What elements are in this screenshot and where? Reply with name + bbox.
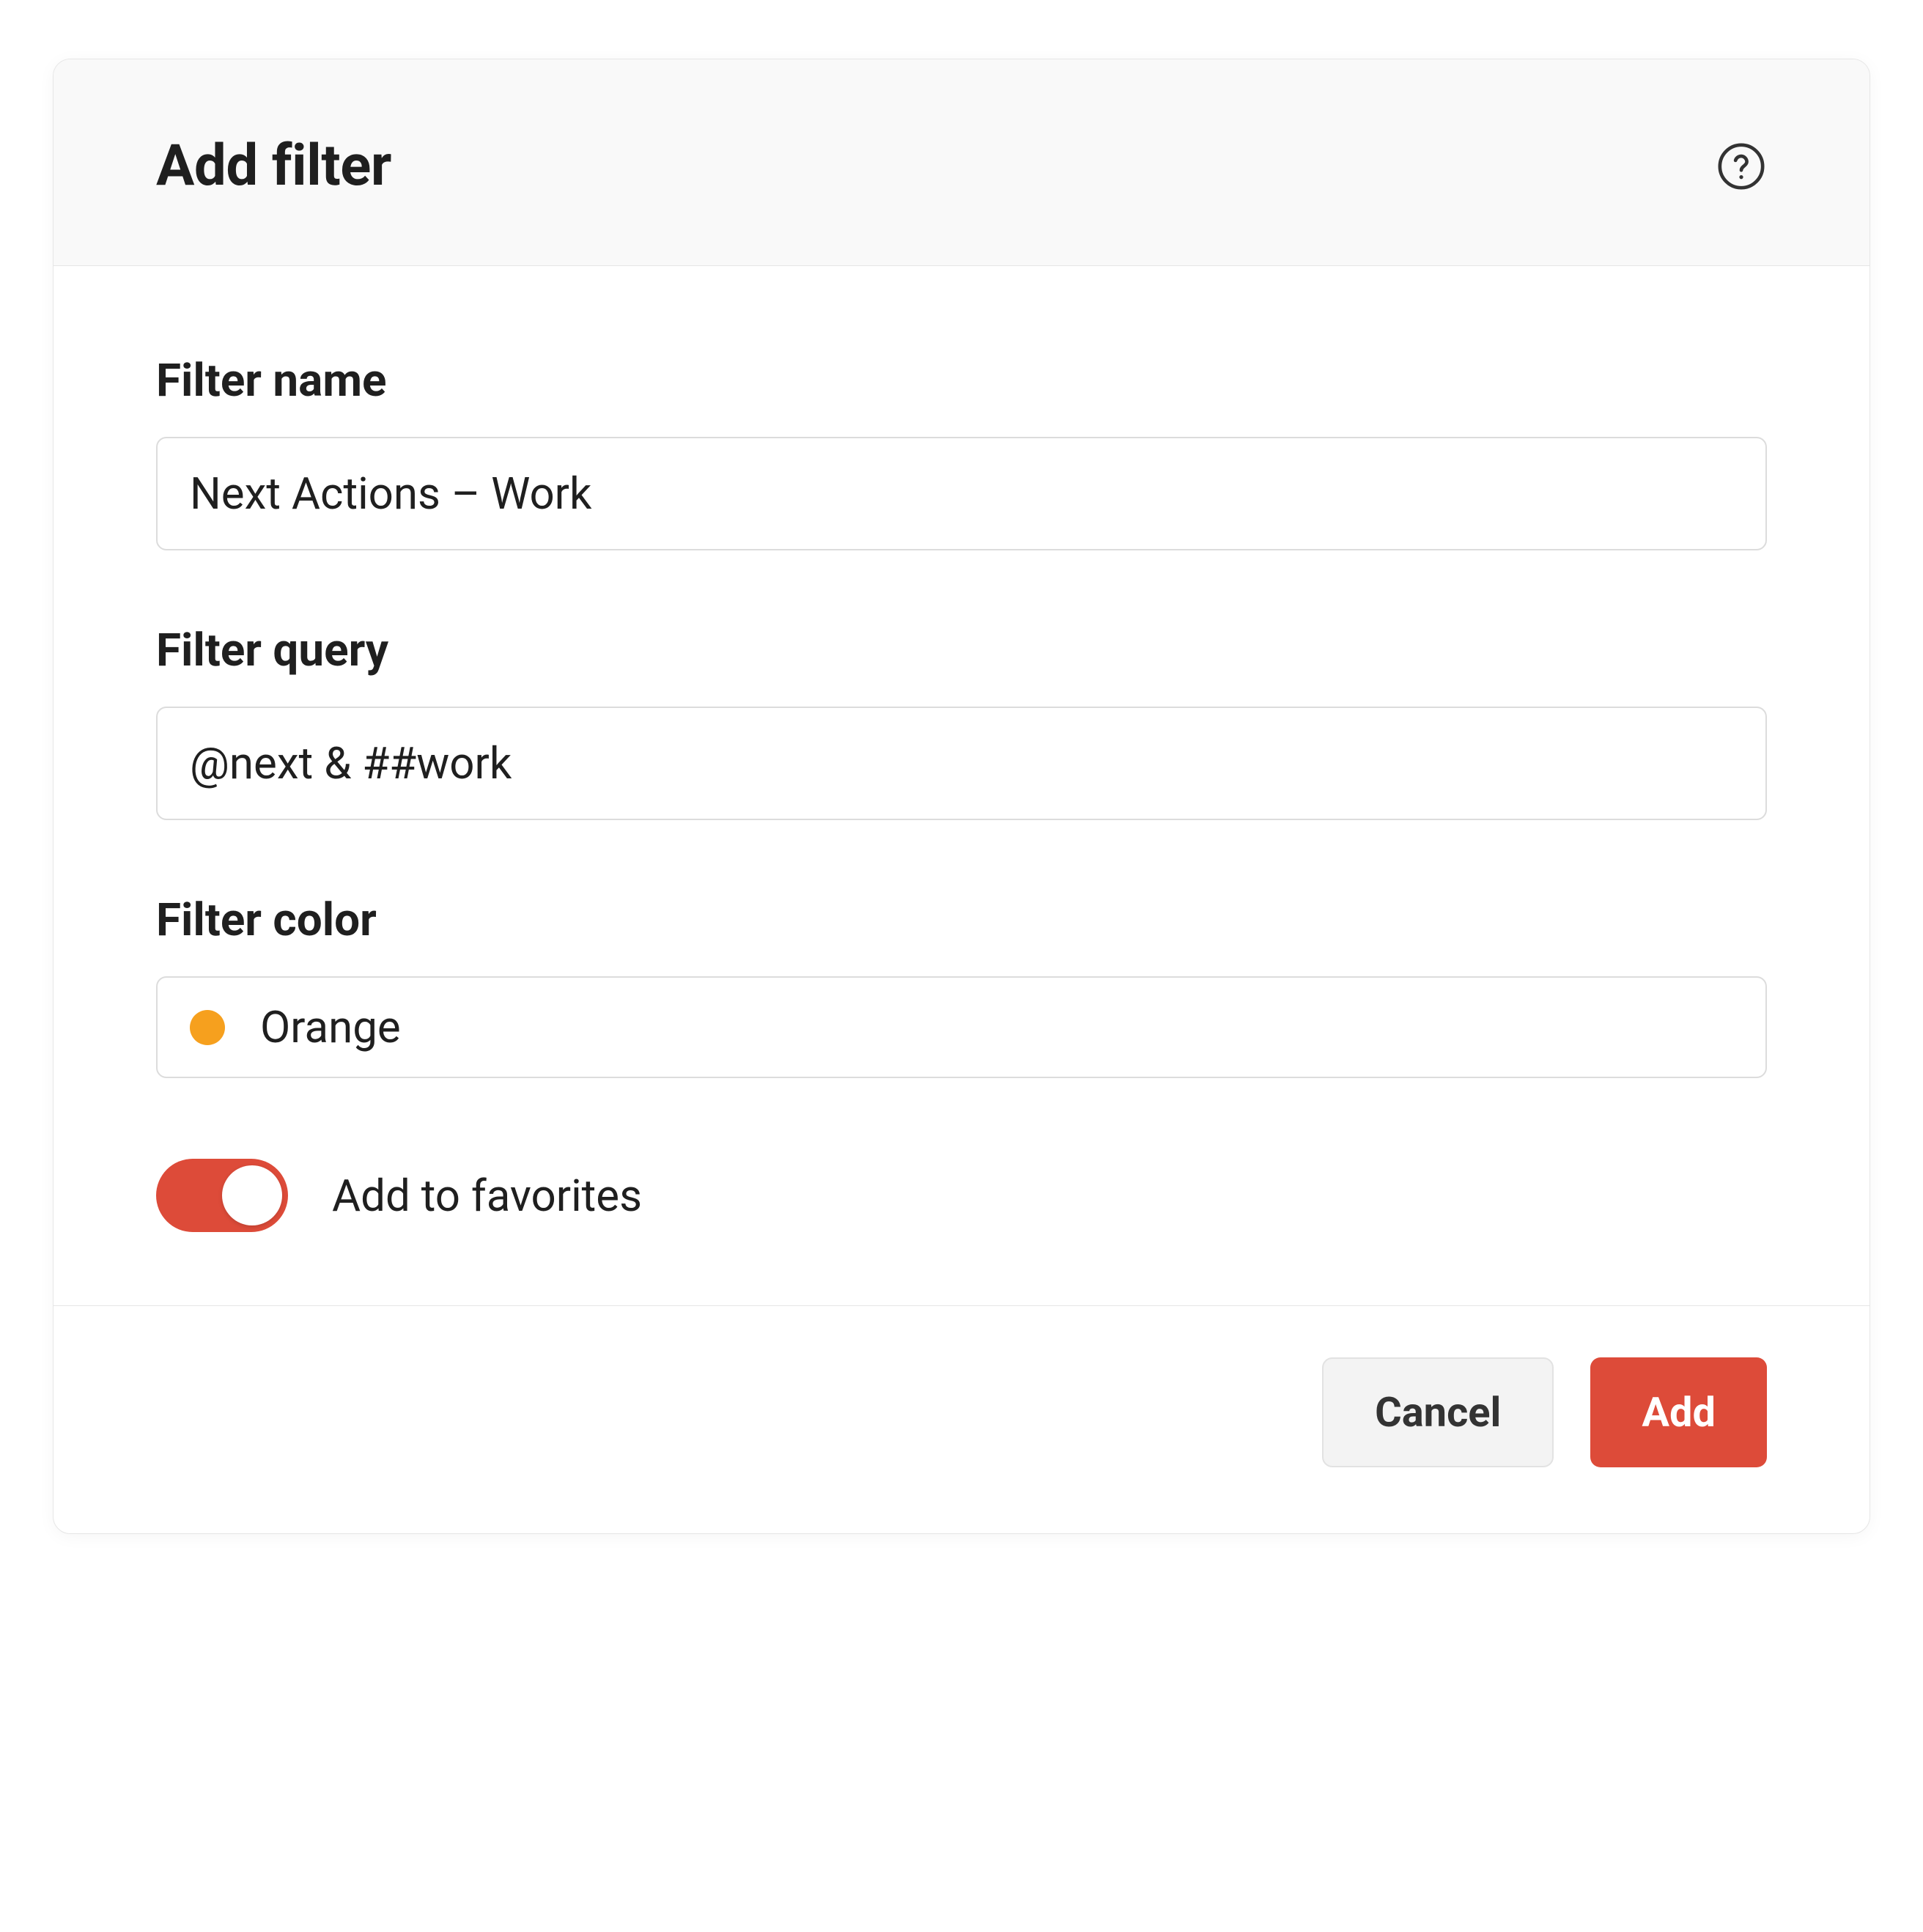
filter-query-label: Filter query	[156, 624, 1767, 677]
add-button[interactable]: Add	[1590, 1357, 1767, 1467]
filter-query-input[interactable]	[156, 707, 1767, 820]
dialog-body: Filter name Filter query Filter color Or…	[53, 266, 1870, 1305]
favorites-toggle[interactable]	[156, 1159, 288, 1232]
favorites-label: Add to favorites	[332, 1170, 642, 1222]
color-swatch-icon	[190, 1010, 225, 1045]
dialog-title: Add filter	[156, 133, 391, 199]
filter-name-group: Filter name	[156, 354, 1767, 550]
favorites-row: Add to favorites	[156, 1159, 1767, 1232]
filter-color-selected: Orange	[260, 1001, 401, 1053]
filter-color-select[interactable]: Orange	[156, 976, 1767, 1078]
filter-name-input[interactable]	[156, 437, 1767, 550]
dialog-header: Add filter	[53, 59, 1870, 266]
filter-name-label: Filter name	[156, 354, 1767, 408]
filter-query-group: Filter query	[156, 624, 1767, 820]
toggle-knob-icon	[222, 1165, 282, 1225]
filter-color-group: Filter color Orange	[156, 893, 1767, 1078]
cancel-button[interactable]: Cancel	[1322, 1357, 1554, 1467]
help-icon[interactable]	[1716, 141, 1767, 192]
dialog-footer: Cancel Add	[53, 1305, 1870, 1533]
add-filter-dialog: Add filter Filter name Filter query Filt…	[53, 59, 1870, 1534]
filter-color-label: Filter color	[156, 893, 1767, 947]
